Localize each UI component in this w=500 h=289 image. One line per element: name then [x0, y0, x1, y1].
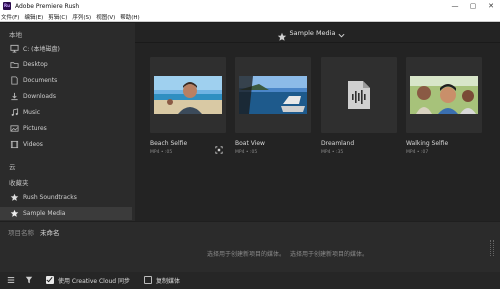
walking-photo [410, 76, 478, 114]
download-icon [9, 92, 19, 102]
folder-icon [9, 60, 19, 70]
selection-hint: 选择用于创建新项目的媒体。 [290, 251, 369, 258]
location-dropdown-label[interactable]: Sample Media [290, 29, 336, 37]
media-card-boat-view[interactable]: Boat View MP4 • :05 [235, 57, 311, 155]
maximize-button[interactable]: ▢ [464, 0, 482, 12]
menu-clip[interactable]: 剪辑(C) [48, 13, 67, 21]
close-button[interactable]: ✕ [482, 0, 500, 12]
sidebar-item-label: Documents [23, 77, 58, 84]
resize-handle[interactable] [490, 240, 494, 256]
app-logo: Ru [3, 2, 11, 10]
sidebar-item-label: Pictures [23, 125, 47, 132]
section-local: 本地 [9, 31, 22, 39]
boat-photo [239, 76, 307, 114]
audio-file-icon [348, 81, 370, 109]
sidebar-item-pictures[interactable]: Pictures [0, 122, 132, 135]
filter-icon[interactable] [25, 276, 33, 286]
menu-edit[interactable]: 编辑(E) [24, 13, 43, 21]
media-browser: Sample Media Beach Selfie MP4 • :05 Boat… [135, 23, 500, 221]
menu-bar: 文件(F) 编辑(E) 剪辑(C) 序列(S) 视图(V) 帮助(H) [0, 12, 500, 22]
sidebar-item-videos[interactable]: Videos [0, 138, 132, 151]
monitor-icon [9, 44, 19, 54]
selection-hint: 选择用于创建新项目的媒体。 [207, 251, 286, 258]
chevron-down-icon[interactable] [338, 23, 345, 42]
sidebar-item-label: Desktop [23, 61, 48, 68]
copy-media-checkbox[interactable] [144, 276, 152, 284]
minimize-button[interactable]: — [446, 0, 464, 12]
media-thumbnail[interactable] [406, 57, 482, 133]
sidebar: 本地 C: (本地磁盘) Desktop Documents Downloads… [0, 23, 135, 221]
media-meta: MP4 • :35 [321, 150, 344, 155]
media-thumbnail[interactable] [235, 57, 311, 133]
menu-help[interactable]: 帮助(H) [120, 13, 139, 21]
star-icon [9, 193, 19, 203]
menu-sequence[interactable]: 序列(S) [72, 13, 91, 21]
section-cloud[interactable]: 云 [9, 161, 16, 171]
document-icon [9, 76, 19, 86]
media-name: Boat View [235, 140, 265, 147]
sidebar-item-desktop[interactable]: Desktop [0, 58, 132, 71]
media-meta: MP4 • :07 [406, 150, 429, 155]
project-name-label: 项目名称 [8, 229, 34, 237]
media-thumbnail[interactable] [321, 57, 397, 133]
sidebar-item-downloads[interactable]: Downloads [0, 90, 132, 103]
crop-icon[interactable] [215, 139, 223, 158]
copy-media-label: 复制媒体 [156, 278, 181, 285]
sidebar-item-label: Sample Media [23, 210, 66, 217]
media-thumbnail[interactable] [150, 57, 226, 133]
music-icon [9, 108, 19, 118]
sidebar-item-music[interactable]: Music [0, 106, 132, 119]
menu-view[interactable]: 视图(V) [96, 13, 115, 21]
media-browser-header: Sample Media [135, 23, 500, 43]
sidebar-item-label: Music [23, 109, 41, 116]
sidebar-item-label: C: (本地磁盘) [23, 46, 60, 53]
video-icon [9, 140, 19, 150]
sidebar-item-label: Rush Soundtracks [23, 194, 77, 201]
media-name: Dreamland [321, 140, 355, 147]
sidebar-item-sample-media[interactable]: Sample Media [0, 207, 132, 220]
media-card-dreamland[interactable]: Dreamland MP4 • :35 [321, 57, 397, 155]
window-controls: — ▢ ✕ [446, 0, 500, 12]
star-icon[interactable] [277, 27, 287, 46]
sidebar-item-label: Downloads [23, 93, 56, 100]
window-title: Adobe Premiere Rush [15, 2, 80, 10]
image-icon [9, 124, 19, 134]
star-icon [9, 209, 19, 219]
menu-file[interactable]: 文件(F) [1, 13, 19, 21]
media-card-beach-selfie[interactable]: Beach Selfie MP4 • :05 [150, 57, 226, 155]
footer-bar: 使用 Creative Cloud 同步 复制媒体 [0, 272, 500, 289]
media-name: Walking Selfie [406, 140, 449, 147]
media-card-walking-selfie[interactable]: Walking Selfie MP4 • :07 [406, 57, 482, 155]
sync-checkbox[interactable] [46, 276, 54, 284]
sidebar-item-documents[interactable]: Documents [0, 74, 132, 87]
sidebar-item-label: Videos [23, 141, 43, 148]
title-bar: Ru Adobe Premiere Rush — ▢ ✕ [0, 0, 500, 12]
media-meta: MP4 • :05 [235, 150, 258, 155]
project-name-field[interactable]: 未命名 [40, 227, 60, 237]
selfie-photo [154, 76, 222, 114]
menu-icon[interactable] [7, 276, 15, 286]
section-favorites: 收藏夹 [9, 179, 29, 187]
sync-label: 使用 Creative Cloud 同步 [58, 278, 131, 285]
sidebar-item-c-drive[interactable]: C: (本地磁盘) [0, 42, 132, 55]
sidebar-item-rush-soundtracks[interactable]: Rush Soundtracks [0, 191, 132, 204]
